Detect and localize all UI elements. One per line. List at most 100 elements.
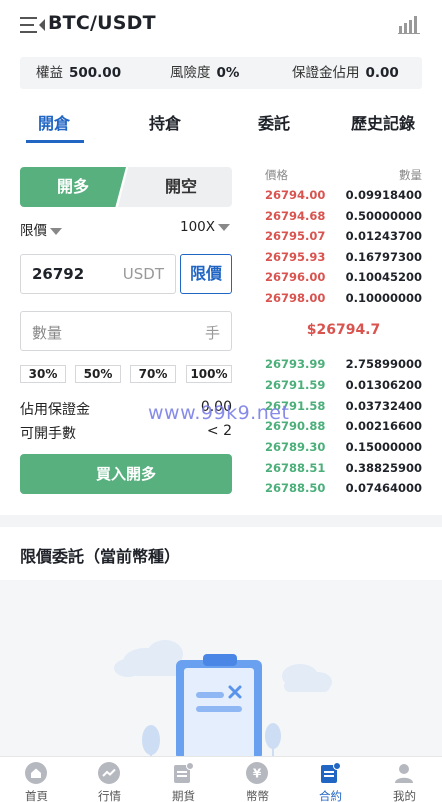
ask-price: 26794.68 bbox=[265, 209, 326, 223]
orderbook-ask-row[interactable]: 26795.93 0.16797300 bbox=[265, 250, 422, 268]
nav-market[interactable]: 行情 bbox=[73, 757, 146, 802]
limit-price-button[interactable]: 限價 bbox=[180, 254, 232, 294]
percent-100-button[interactable]: 100% bbox=[186, 365, 232, 383]
orderbook-ask-row[interactable]: 26796.00 0.10045200 bbox=[265, 270, 422, 288]
trade-tabs: 開倉 持倉 委託 歷史記錄 bbox=[0, 100, 442, 144]
ask-price: 26795.93 bbox=[265, 250, 326, 264]
orderbook-bid-row[interactable]: 26793.99 2.75899000 bbox=[265, 357, 422, 375]
nav-contract[interactable]: 合約 bbox=[294, 757, 367, 802]
nav-label: 行情 bbox=[98, 789, 121, 802]
price-unit: USDT bbox=[122, 265, 164, 283]
watermark: www.99k9.net bbox=[148, 402, 290, 424]
nav-label: 幣幣 bbox=[246, 789, 269, 802]
buy-open-long-button[interactable]: 買入開多 bbox=[20, 454, 232, 494]
nav-label: 期貨 bbox=[172, 789, 195, 802]
quantity-placeholder: 數量 bbox=[32, 324, 63, 342]
bid-qty: 0.15000000 bbox=[345, 440, 422, 454]
ask-price: 26796.00 bbox=[265, 270, 326, 284]
margin-label: 保證金佔用 bbox=[292, 65, 360, 81]
percent-50-button[interactable]: 50% bbox=[75, 365, 121, 383]
open-short-button[interactable]: 開空 bbox=[118, 167, 232, 207]
chevron-down-icon bbox=[50, 227, 62, 235]
svg-text:¥: ¥ bbox=[253, 767, 262, 781]
tab-open[interactable]: 開倉 bbox=[38, 110, 70, 134]
equity-label: 權益 bbox=[36, 65, 63, 81]
equity-value: 500.00 bbox=[69, 65, 122, 81]
price-input[interactable]: 26792 USDT bbox=[20, 254, 176, 294]
ask-qty: 0.10000000 bbox=[345, 291, 422, 305]
order-type-label: 限價 bbox=[20, 223, 47, 239]
leverage-select[interactable]: 100X bbox=[180, 219, 230, 235]
direction-toggle: 開多 開空 bbox=[20, 167, 232, 207]
empty-orders-area bbox=[0, 580, 442, 756]
price-value: 26792 bbox=[32, 265, 85, 283]
bottom-navigation: 首頁 行情 期貨 ¥ 幣幣 合約 我的 bbox=[0, 756, 442, 802]
equity-item: 權益 500.00 bbox=[36, 57, 121, 89]
orderbook-price-header: 價格 bbox=[265, 168, 288, 182]
bid-qty: 0.00216600 bbox=[345, 419, 422, 433]
nav-label: 首頁 bbox=[25, 789, 48, 802]
available-lots-value: < 2 bbox=[206, 423, 232, 439]
order-type-select[interactable]: 限價 bbox=[20, 219, 62, 239]
ask-qty: 0.16797300 bbox=[345, 250, 422, 264]
section-divider bbox=[0, 515, 442, 527]
limit-orders-title: 限價委託（當前幣種） bbox=[20, 547, 181, 566]
percent-30-button[interactable]: 30% bbox=[20, 365, 66, 383]
account-summary: 權益 500.00 風險度 0% 保證金佔用 0.00 bbox=[20, 57, 422, 89]
available-lots-label: 可開手數 bbox=[20, 426, 76, 442]
bid-price: 26788.51 bbox=[265, 461, 326, 475]
orderbook-ask-row[interactable]: 26794.68 0.50000000 bbox=[265, 209, 422, 227]
orderbook-ask-row[interactable]: 26798.00 0.10000000 bbox=[265, 291, 422, 309]
ask-qty: 0.10045200 bbox=[345, 270, 422, 284]
bid-qty: 0.38825900 bbox=[345, 461, 422, 475]
leverage-label: 100X bbox=[179, 219, 215, 235]
margin-item: 保證金佔用 0.00 bbox=[292, 57, 399, 89]
empty-state-illustration bbox=[114, 640, 332, 756]
open-long-button[interactable]: 開多 bbox=[20, 167, 126, 207]
tab-orders[interactable]: 委託 bbox=[258, 110, 290, 134]
coin-yen-icon: ¥ bbox=[246, 762, 268, 784]
percent-70-button[interactable]: 70% bbox=[130, 365, 176, 383]
ask-qty: 0.01243700 bbox=[345, 229, 422, 243]
orderbook-bid-row[interactable]: 26788.50 0.07464000 bbox=[265, 481, 422, 499]
bid-qty: 0.03732400 bbox=[345, 399, 422, 413]
bid-qty: 0.01306200 bbox=[345, 378, 422, 392]
ask-price: 26795.07 bbox=[265, 229, 326, 243]
profile-icon bbox=[395, 764, 413, 783]
orderbook-bid-row[interactable]: 26791.59 0.01306200 bbox=[265, 378, 422, 396]
tab-positions[interactable]: 持倉 bbox=[149, 110, 181, 134]
last-price: $26794.7 bbox=[306, 322, 381, 338]
nav-home[interactable]: 首頁 bbox=[0, 757, 73, 802]
active-tab-indicator bbox=[26, 140, 84, 143]
orderbook-ask-row[interactable]: 26794.00 0.09918400 bbox=[265, 188, 422, 206]
nav-spot[interactable]: ¥ 幣幣 bbox=[221, 757, 294, 802]
orderbook-bid-row[interactable]: 26788.51 0.38825900 bbox=[265, 461, 422, 479]
risk-item: 風險度 0% bbox=[170, 57, 239, 89]
nav-futures[interactable]: 期貨 bbox=[147, 757, 220, 802]
bar-chart-icon[interactable] bbox=[398, 14, 420, 34]
market-trend-icon bbox=[98, 762, 120, 784]
orderbook-qty-header: 數量 bbox=[399, 168, 422, 182]
quantity-input[interactable]: 數量 手 bbox=[20, 311, 232, 351]
risk-label: 風險度 bbox=[170, 65, 211, 81]
chevron-down-icon bbox=[218, 223, 230, 231]
quantity-unit: 手 bbox=[204, 324, 220, 342]
bid-price: 26788.50 bbox=[265, 481, 326, 495]
bid-qty: 0.07464000 bbox=[345, 481, 422, 495]
ask-qty: 0.09918400 bbox=[345, 188, 422, 202]
pair-title[interactable]: BTC/USDT bbox=[48, 12, 156, 34]
ask-price: 26794.00 bbox=[265, 188, 326, 202]
futures-icon bbox=[174, 762, 194, 783]
bid-price: 26791.59 bbox=[265, 378, 326, 392]
nav-profile[interactable]: 我的 bbox=[368, 757, 441, 802]
tab-history[interactable]: 歷史記錄 bbox=[351, 110, 415, 134]
nav-label: 合約 bbox=[319, 789, 342, 802]
home-icon bbox=[25, 762, 47, 784]
bid-qty: 2.75899000 bbox=[345, 357, 422, 371]
top-header: BTC/USDT bbox=[0, 0, 442, 50]
menu-collapse-icon[interactable] bbox=[20, 15, 46, 35]
orderbook-ask-row[interactable]: 26795.07 0.01243700 bbox=[265, 229, 422, 247]
orderbook-bid-row[interactable]: 26789.30 0.15000000 bbox=[265, 440, 422, 458]
ask-qty: 0.50000000 bbox=[345, 209, 422, 223]
margin-value: 0.00 bbox=[365, 65, 399, 81]
